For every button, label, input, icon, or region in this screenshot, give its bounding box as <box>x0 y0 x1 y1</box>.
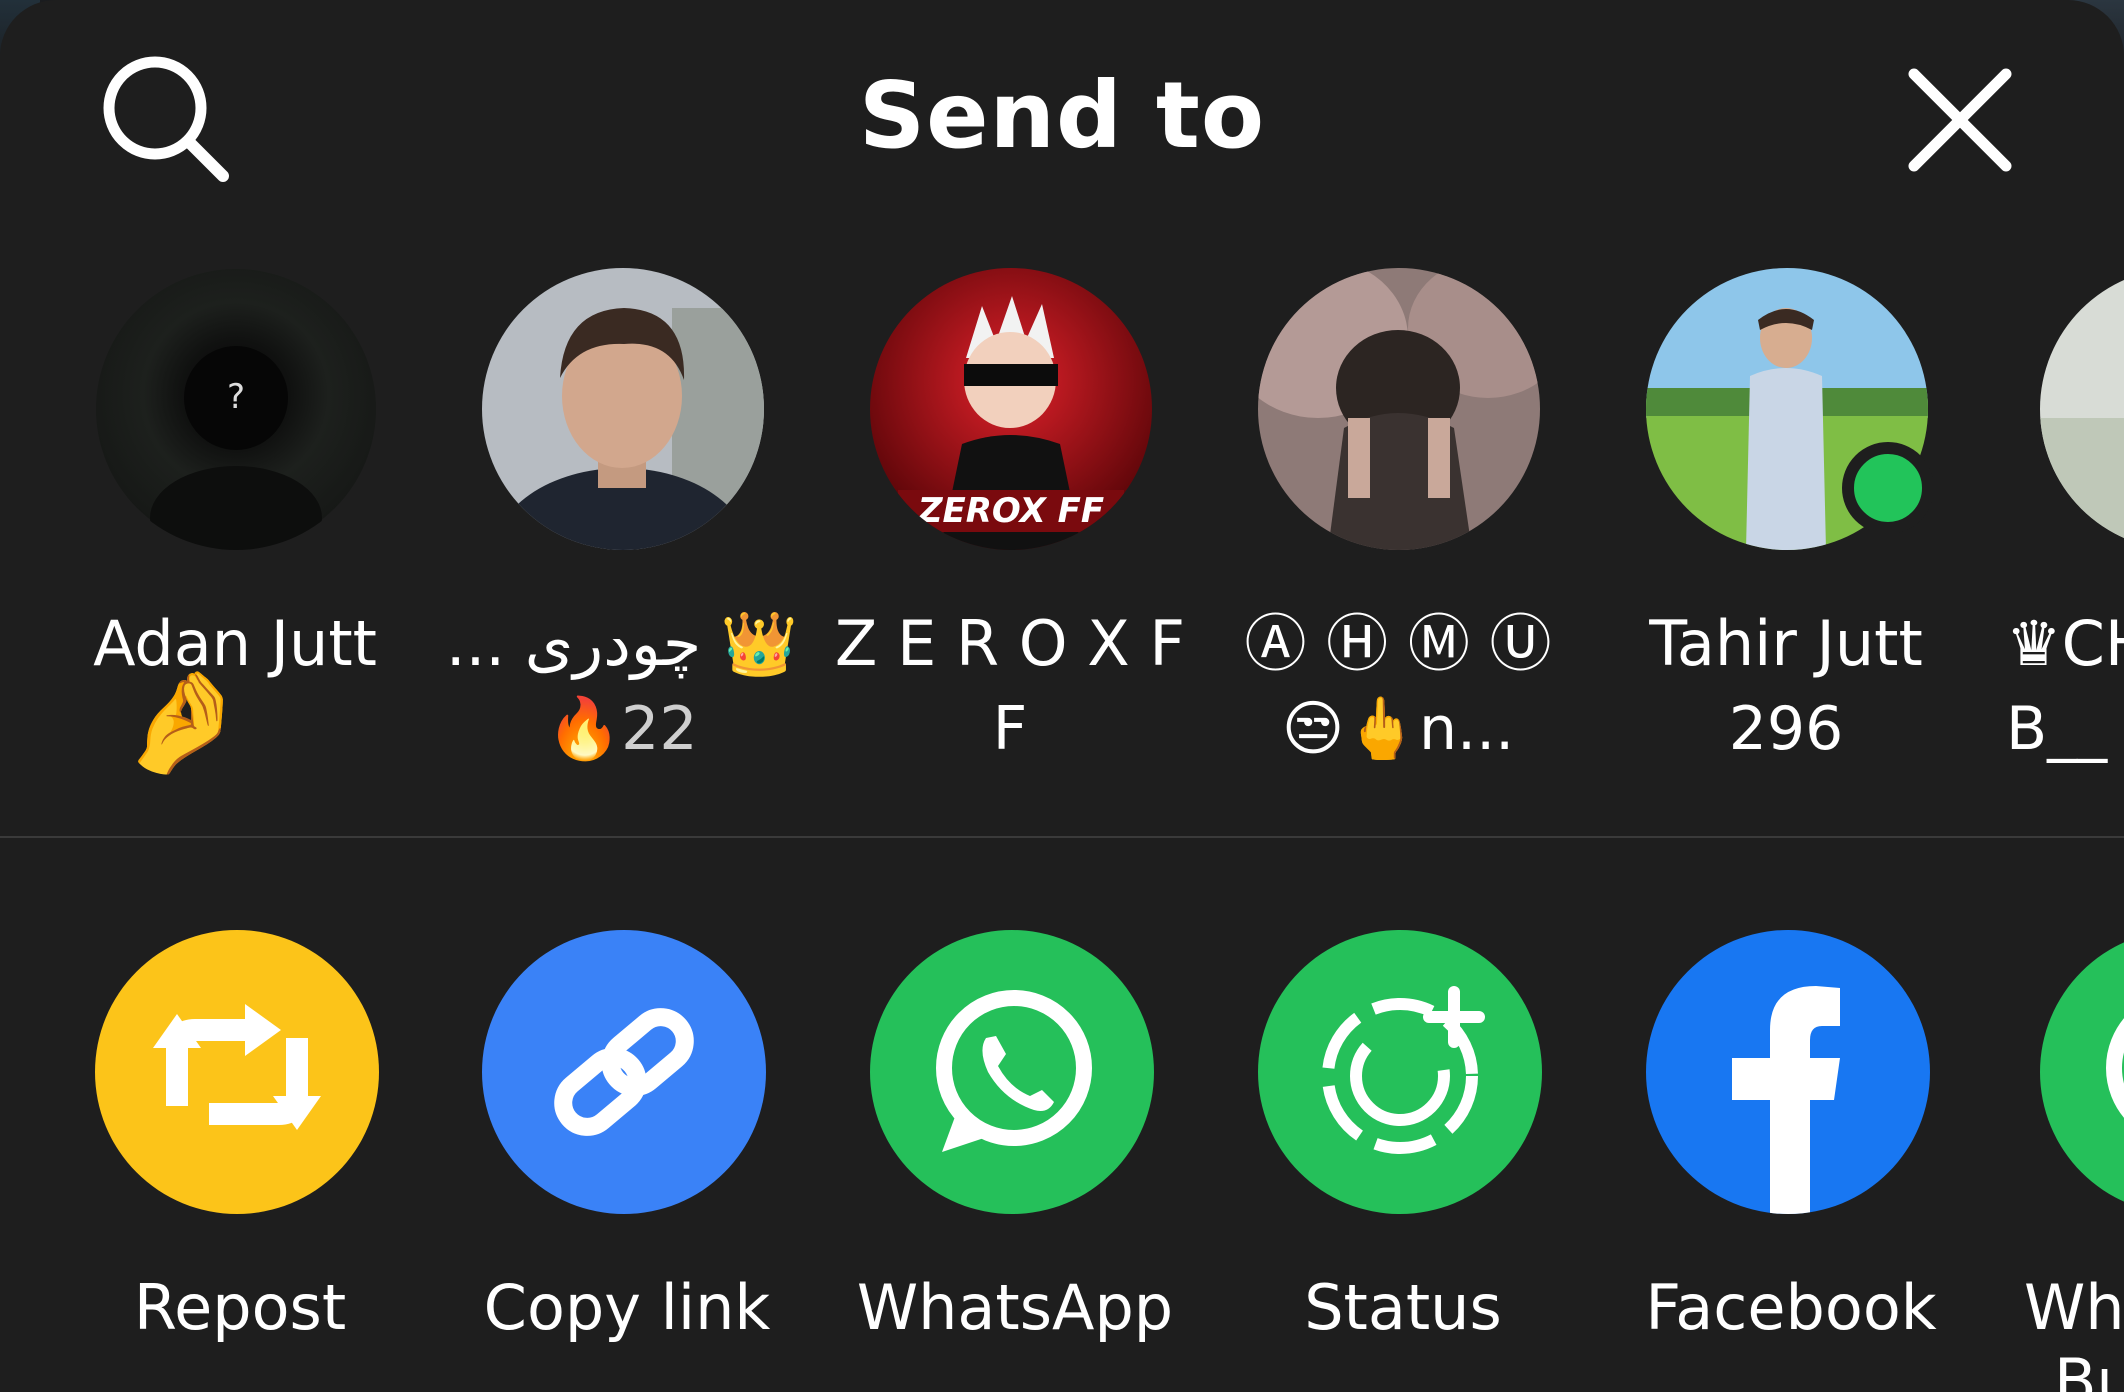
app-label: Repost <box>133 1271 347 1344</box>
contact-item[interactable]: ? Adan Jutt 🤌 <box>45 262 425 822</box>
whatsapp-button[interactable]: WhatsApp <box>820 930 1210 1392</box>
whatsapp-icon <box>870 930 1154 1214</box>
contacts-row: ? Adan Jutt 🤌 ... چودری 👑 🔥22 ZEROX FF Z… <box>0 262 2124 822</box>
contact-item[interactable]: Tahir Jutt 296 <box>1596 262 1976 822</box>
status-button[interactable]: Status <box>1208 930 1598 1392</box>
avatar: ? <box>95 268 377 550</box>
app-label: WhatsApp <box>856 1271 1174 1344</box>
contact-subtitle: F <box>992 694 1028 764</box>
contact-name: Ⓐ Ⓗ Ⓜ Ⓤ <box>1244 607 1552 680</box>
contact-item[interactable]: Ⓐ Ⓗ Ⓜ Ⓤ 😒🖕n... <box>1208 262 1588 822</box>
share-apps-row: Repost Copy link WhatsApp Status Faceboo… <box>0 930 2124 1392</box>
divider <box>0 836 2124 838</box>
repost-icon <box>95 930 379 1214</box>
app-label: Wh <box>2024 1271 2124 1344</box>
app-label: Copy link <box>483 1271 771 1344</box>
app-label-second-line: Bu <box>2054 1345 2124 1392</box>
facebook-button[interactable]: Facebook <box>1596 930 1986 1392</box>
avatar: ZEROX FF <box>870 268 1152 550</box>
avatar <box>482 268 764 550</box>
avatar <box>1258 268 1540 550</box>
contact-item[interactable]: ... چودری 👑 🔥22 <box>432 262 812 822</box>
link-icon <box>482 930 766 1214</box>
app-label: Facebook <box>1645 1271 1937 1344</box>
avatar <box>2040 268 2124 550</box>
online-status-dot <box>1842 442 1934 534</box>
contact-item[interactable]: ♛CH B__ <box>1984 262 2124 822</box>
whatsapp-business-icon <box>2040 930 2124 1214</box>
svg-text:?: ? <box>227 377 245 417</box>
whatsapp-business-button[interactable]: Wh Bu <box>1984 930 2124 1392</box>
contact-name: ♛CH <box>2006 607 2124 680</box>
contact-subtitle: 🤌 <box>120 663 245 780</box>
sheet-header: Send to <box>0 0 2124 230</box>
contact-name: Tahir Jutt <box>1649 607 1923 680</box>
contact-subtitle: 296 <box>1728 694 1844 764</box>
close-button[interactable] <box>1900 60 2020 180</box>
contact-name: ... چودری 👑 <box>445 607 799 680</box>
app-label: Status <box>1304 1271 1502 1344</box>
repost-button[interactable]: Repost <box>45 930 435 1392</box>
contact-name: Z E R O X F <box>834 607 1186 680</box>
contact-subtitle: 😒🖕n... <box>1281 694 1515 764</box>
share-sheet: Send to ? Adan Jutt � <box>0 0 2124 1392</box>
sheet-title: Send to <box>858 62 1266 169</box>
close-icon <box>1908 68 2012 172</box>
status-icon <box>1258 930 1542 1214</box>
copy-link-button[interactable]: Copy link <box>432 930 822 1392</box>
avatar-logo-text: ZEROX FF <box>917 491 1104 531</box>
contact-subtitle: 🔥22 <box>546 694 698 764</box>
contact-subtitle: B__ <box>2006 694 2108 764</box>
facebook-icon <box>1646 930 1930 1214</box>
contact-item[interactable]: ZEROX FF Z E R O X F F <box>820 262 1200 822</box>
